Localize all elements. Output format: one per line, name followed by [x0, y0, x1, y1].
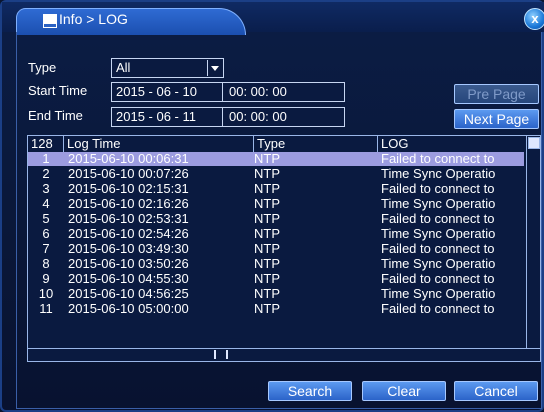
chevron-down-icon[interactable]: [207, 60, 222, 76]
row-log-time: 2015-06-10 05:00:00: [68, 302, 189, 316]
row-number: 8: [42, 257, 50, 271]
row-type: NTP: [254, 257, 280, 271]
table-row[interactable]: 11 2015-06-10 05:00:00 NTP Failed to connec…: [28, 302, 524, 316]
start-time-value[interactable]: 00: 00: 00: [222, 83, 287, 101]
vertical-scrollbar[interactable]: [526, 136, 540, 349]
row-log-time: 2015-06-10 02:54:26: [68, 227, 189, 241]
table-row[interactable]: 3 2015-06-10 02:15:31 NTP Failed to connect…: [28, 182, 524, 196]
type-select[interactable]: All: [111, 58, 224, 78]
cancel-button[interactable]: Cancel: [454, 381, 538, 401]
row-type: NTP: [254, 197, 280, 211]
next-page-button[interactable]: Next Page: [454, 109, 539, 129]
row-log-time: 2015-06-10 02:53:31: [68, 212, 189, 226]
row-number: 3: [42, 182, 50, 196]
clear-button[interactable]: Clear: [362, 381, 446, 401]
info-icon: [43, 14, 57, 28]
row-type: NTP: [254, 272, 280, 286]
table-row[interactable]: 5 2015-06-10 02:53:31 NTP Failed to connect…: [28, 212, 524, 226]
row-log: Failed to connect to: [381, 212, 495, 226]
row-log-time: 2015-06-10 03:49:30: [68, 242, 189, 256]
end-date-value[interactable]: 2015 - 06 - 11: [116, 109, 196, 124]
table-row[interactable]: 8 2015-06-10 03:50:26 NTP Time Sync Operati…: [28, 257, 524, 271]
row-type: NTP: [254, 302, 280, 316]
title-bar: Info > LOG x: [2, 2, 544, 35]
column-header-type[interactable]: Type: [254, 136, 378, 152]
table-row[interactable]: 9 2015-06-10 04:55:30 NTP Failed to connect…: [28, 272, 524, 286]
table-row[interactable]: 2 2015-06-10 00:07:26 NTP Time Sync Operati…: [28, 167, 524, 181]
start-time-field[interactable]: 2015 - 06 - 10 00: 00: 00: [111, 82, 345, 102]
row-number: 4: [42, 197, 50, 211]
row-log: Failed to connect to: [381, 152, 495, 166]
row-log-time: 2015-06-10 00:07:26: [68, 167, 189, 181]
row-log: Time Sync Operatio: [381, 197, 496, 211]
row-log: Time Sync Operatio: [381, 227, 496, 241]
row-log: Failed to connect to: [381, 272, 495, 286]
log-window: Info > LOG x Type All Start Time 2015 - …: [0, 0, 544, 412]
pre-page-button[interactable]: Pre Page: [454, 84, 539, 104]
row-number: 5: [42, 212, 50, 226]
scroll-menu-icon[interactable]: [528, 137, 540, 149]
table-row[interactable]: 10 2015-06-10 04:56:25 NTP Time Sync Operat…: [28, 287, 524, 301]
horizontal-scroll-thumb[interactable]: [214, 350, 228, 359]
row-number: 6: [42, 227, 50, 241]
row-log: Time Sync Operatio: [381, 287, 496, 301]
row-number: 9: [42, 272, 50, 286]
row-log-time: 2015-06-10 04:56:25: [68, 287, 189, 301]
row-type: NTP: [254, 227, 280, 241]
row-type: NTP: [254, 167, 280, 181]
row-log: Time Sync Operatio: [381, 167, 496, 181]
table-row[interactable]: 1 2015-06-10 00:06:31 NTP Failed to connect…: [28, 152, 524, 166]
row-log: Failed to connect to: [381, 242, 495, 256]
column-header-log-time[interactable]: Log Time: [64, 136, 254, 152]
table-row[interactable]: 6 2015-06-10 02:54:26 NTP Time Sync Operati…: [28, 227, 524, 241]
row-log: Time Sync Operatio: [381, 257, 496, 271]
log-table: 128 Log Time Type LOG 1 2015-06-10 00:06:…: [27, 135, 541, 362]
row-type: NTP: [254, 287, 280, 301]
row-type: NTP: [254, 212, 280, 226]
row-number: 10: [38, 287, 54, 301]
column-header-log[interactable]: LOG: [378, 136, 524, 152]
row-number: 11: [39, 302, 53, 316]
end-time-value[interactable]: 00: 00: 00: [222, 108, 287, 126]
row-type: NTP: [254, 152, 280, 166]
search-button[interactable]: Search: [268, 381, 352, 401]
row-log-time: 2015-06-10 02:16:26: [68, 197, 189, 211]
row-log-time: 2015-06-10 00:06:31: [68, 152, 189, 166]
table-row[interactable]: 4 2015-06-10 02:16:26 NTP Time Sync Operati…: [28, 197, 524, 211]
row-type: NTP: [254, 242, 280, 256]
start-date-value[interactable]: 2015 - 06 - 10: [116, 84, 197, 99]
window-title: Info > LOG: [59, 11, 128, 27]
row-log: Failed to connect to: [381, 302, 495, 316]
table-row[interactable]: 7 2015-06-10 03:49:30 NTP Failed to connect…: [28, 242, 524, 256]
horizontal-scrollbar[interactable]: [28, 348, 540, 361]
record-count: 128: [28, 136, 64, 152]
row-number: 1: [42, 152, 50, 166]
row-number: 7: [42, 242, 50, 256]
close-button[interactable]: x: [524, 8, 544, 30]
row-log-time: 2015-06-10 02:15:31: [68, 182, 189, 196]
row-number: 2: [42, 167, 50, 181]
end-time-label: End Time: [28, 108, 83, 123]
row-type: NTP: [254, 182, 280, 196]
row-log: Failed to connect to: [381, 182, 495, 196]
row-log-time: 2015-06-10 04:55:30: [68, 272, 189, 286]
type-label: Type: [28, 60, 57, 75]
start-time-label: Start Time: [28, 83, 88, 98]
table-header: 128 Log Time Type LOG: [28, 136, 524, 152]
end-time-field[interactable]: 2015 - 06 - 11 00: 00: 00: [111, 107, 345, 127]
row-log-time: 2015-06-10 03:50:26: [68, 257, 189, 271]
title-tab: Info > LOG: [16, 8, 246, 35]
type-select-value: All: [116, 60, 131, 75]
